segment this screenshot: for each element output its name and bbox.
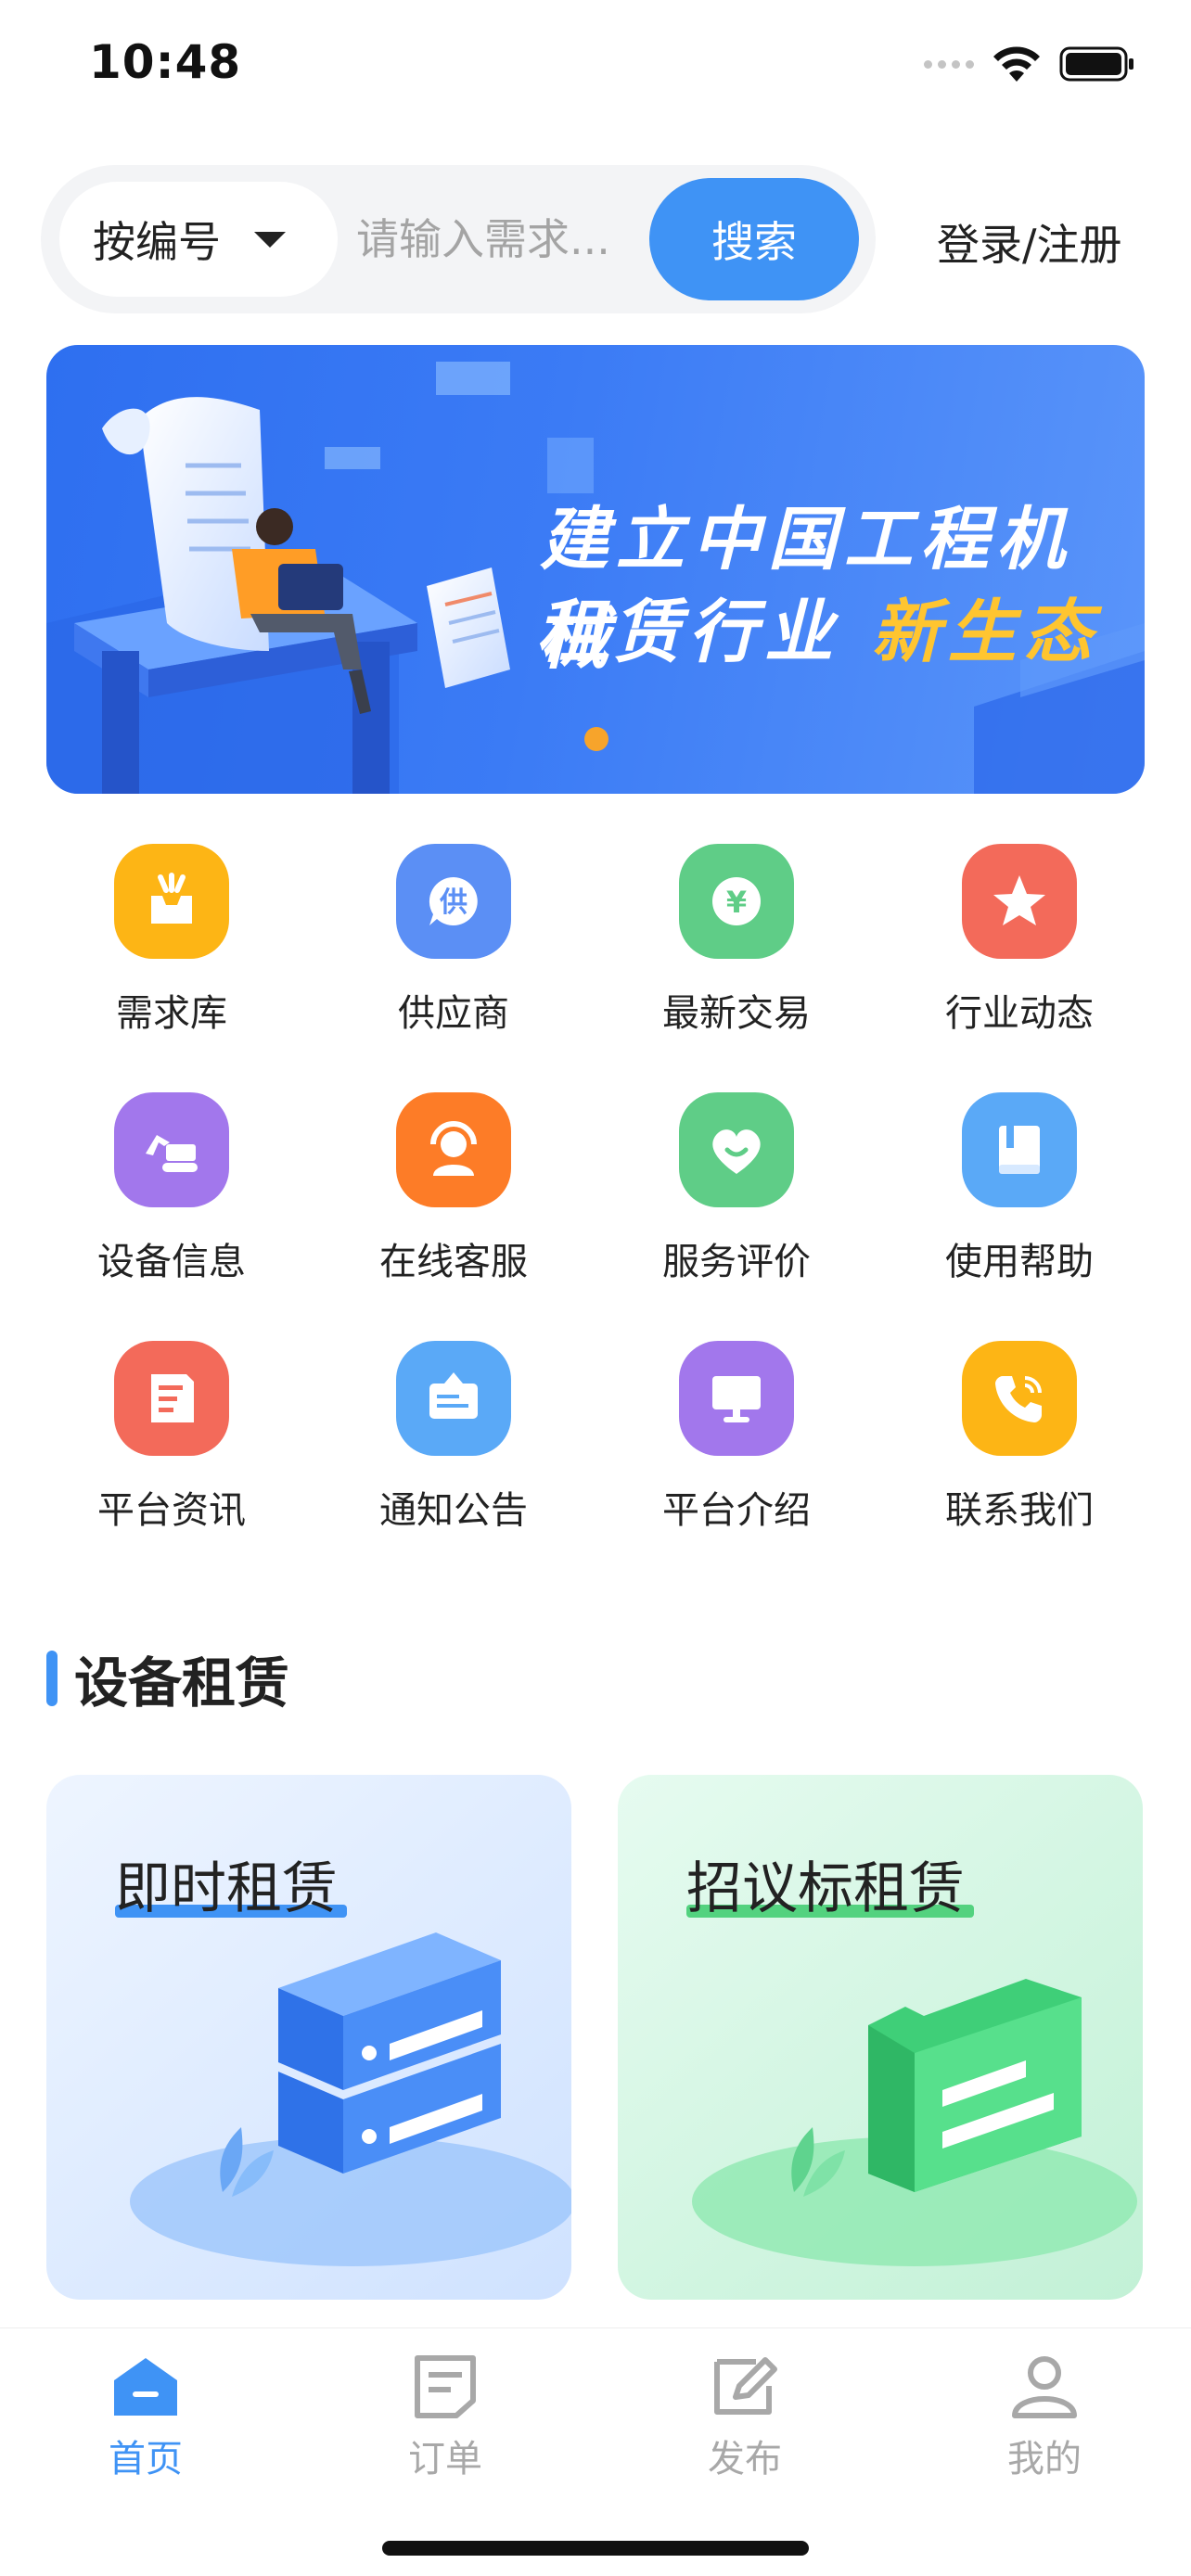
- supplier-icon: 供: [396, 844, 511, 959]
- grid-item-equipment-info[interactable]: 设备信息: [51, 1092, 292, 1306]
- caret-down-icon: [254, 232, 286, 248]
- profile-icon: [1012, 2356, 1077, 2418]
- category-dropdown[interactable]: 按编号: [59, 182, 338, 297]
- search-input[interactable]: [356, 198, 672, 280]
- grid-item-latest-trades[interactable]: ¥ 最新交易: [616, 844, 857, 1057]
- grid-item-label: 服务评价: [662, 1241, 811, 1283]
- banner-headline-2-text: 租赁行业: [536, 593, 840, 672]
- grid-item-online-service[interactable]: 在线客服: [333, 1092, 574, 1306]
- signal-icon: [924, 59, 974, 69]
- status-bar: 10:48: [0, 0, 1191, 130]
- heart-icon: [679, 1092, 794, 1207]
- promo-banner[interactable]: 建立中国工程机械 租赁行业 新生态: [46, 345, 1145, 794]
- grid-item-label: 供应商: [398, 992, 509, 1035]
- grid-item-label: 需求库: [116, 992, 227, 1035]
- section-header: 设备租赁: [46, 1639, 289, 1717]
- svg-text:¥: ¥: [726, 885, 747, 920]
- book-icon: [962, 1092, 1077, 1207]
- grid-item-industry-news[interactable]: 行业动态: [899, 844, 1140, 1057]
- status-indicators: [924, 45, 1135, 83]
- monitor-icon: [679, 1341, 794, 1456]
- section-title: 设备租赁: [74, 1651, 290, 1715]
- tab-label: 我的: [1007, 2438, 1082, 2480]
- grid-item-label: 最新交易: [662, 992, 811, 1035]
- phone-icon: [962, 1341, 1077, 1456]
- banner-headline-2: 租赁行业 新生态: [536, 577, 1100, 676]
- tab-profile[interactable]: 我的: [952, 2354, 1137, 2482]
- grid-item-label: 在线客服: [379, 1241, 528, 1283]
- grid-item-contact-us[interactable]: 联系我们: [899, 1341, 1140, 1554]
- grid-item-service-rating[interactable]: 服务评价: [616, 1092, 857, 1306]
- grid-item-label: 设备信息: [97, 1241, 246, 1283]
- status-time: 10:48: [89, 35, 242, 89]
- grid-item-platform-intro[interactable]: 平台介绍: [616, 1341, 857, 1554]
- instant-rental-card[interactable]: 即时租赁: [46, 1775, 571, 2300]
- publish-icon: [714, 2357, 777, 2415]
- tab-label: 订单: [408, 2438, 482, 2480]
- card-title: 即时租赁: [115, 1856, 338, 1921]
- star-icon: [962, 844, 1077, 959]
- grid-item-label: 使用帮助: [945, 1241, 1094, 1283]
- grid-item-notice[interactable]: 通知公告: [333, 1341, 574, 1554]
- category-dropdown-label: 按编号: [93, 217, 221, 267]
- headset-icon: [396, 1092, 511, 1207]
- tab-orders[interactable]: 订单: [352, 2354, 538, 2482]
- news-icon: [114, 1341, 229, 1456]
- login-register-link[interactable]: 登录/注册: [937, 211, 1122, 273]
- grid-item-label: 行业动态: [945, 992, 1094, 1035]
- order-icon: [415, 2355, 476, 2418]
- home-indicator[interactable]: [382, 2541, 809, 2556]
- tab-label: 首页: [109, 2438, 183, 2480]
- bidding-rental-card[interactable]: 招议标租赁: [618, 1775, 1143, 2300]
- bottom-tab-bar: 首页 订单 发布 我的: [0, 2327, 1191, 2576]
- card-title: 招议标租赁: [686, 1856, 965, 1921]
- search-button[interactable]: 搜索: [649, 178, 859, 300]
- grid-item-label: 平台资讯: [97, 1489, 246, 1532]
- tab-publish[interactable]: 发布: [652, 2354, 838, 2482]
- battery-icon: [1059, 46, 1133, 82]
- grid-item-label: 联系我们: [945, 1489, 1094, 1532]
- grid-item-label: 平台介绍: [662, 1489, 811, 1532]
- tab-home[interactable]: 首页: [53, 2354, 238, 2482]
- search-bar: 按编号 搜索: [41, 165, 876, 313]
- notice-icon: [396, 1341, 511, 1456]
- carousel-indicator[interactable]: [584, 727, 608, 751]
- grid-item-label: 通知公告: [379, 1489, 528, 1532]
- banner-headline-highlight: 新生态: [871, 593, 1100, 672]
- grid-item-demand-library[interactable]: 需求库: [51, 844, 292, 1057]
- svg-text:供: 供: [439, 886, 467, 919]
- excavator-icon: [114, 1092, 229, 1207]
- grid-item-platform-news[interactable]: 平台资讯: [51, 1341, 292, 1554]
- section-accent-bar: [46, 1651, 58, 1706]
- grid-item-help[interactable]: 使用帮助: [899, 1092, 1140, 1306]
- home-icon: [114, 2358, 177, 2416]
- grid-item-supplier[interactable]: 供 供应商: [333, 844, 574, 1057]
- inbox-icon: [114, 844, 229, 959]
- wifi-icon: [993, 46, 1040, 82]
- yuan-icon: ¥: [679, 844, 794, 959]
- tab-label: 发布: [708, 2438, 782, 2480]
